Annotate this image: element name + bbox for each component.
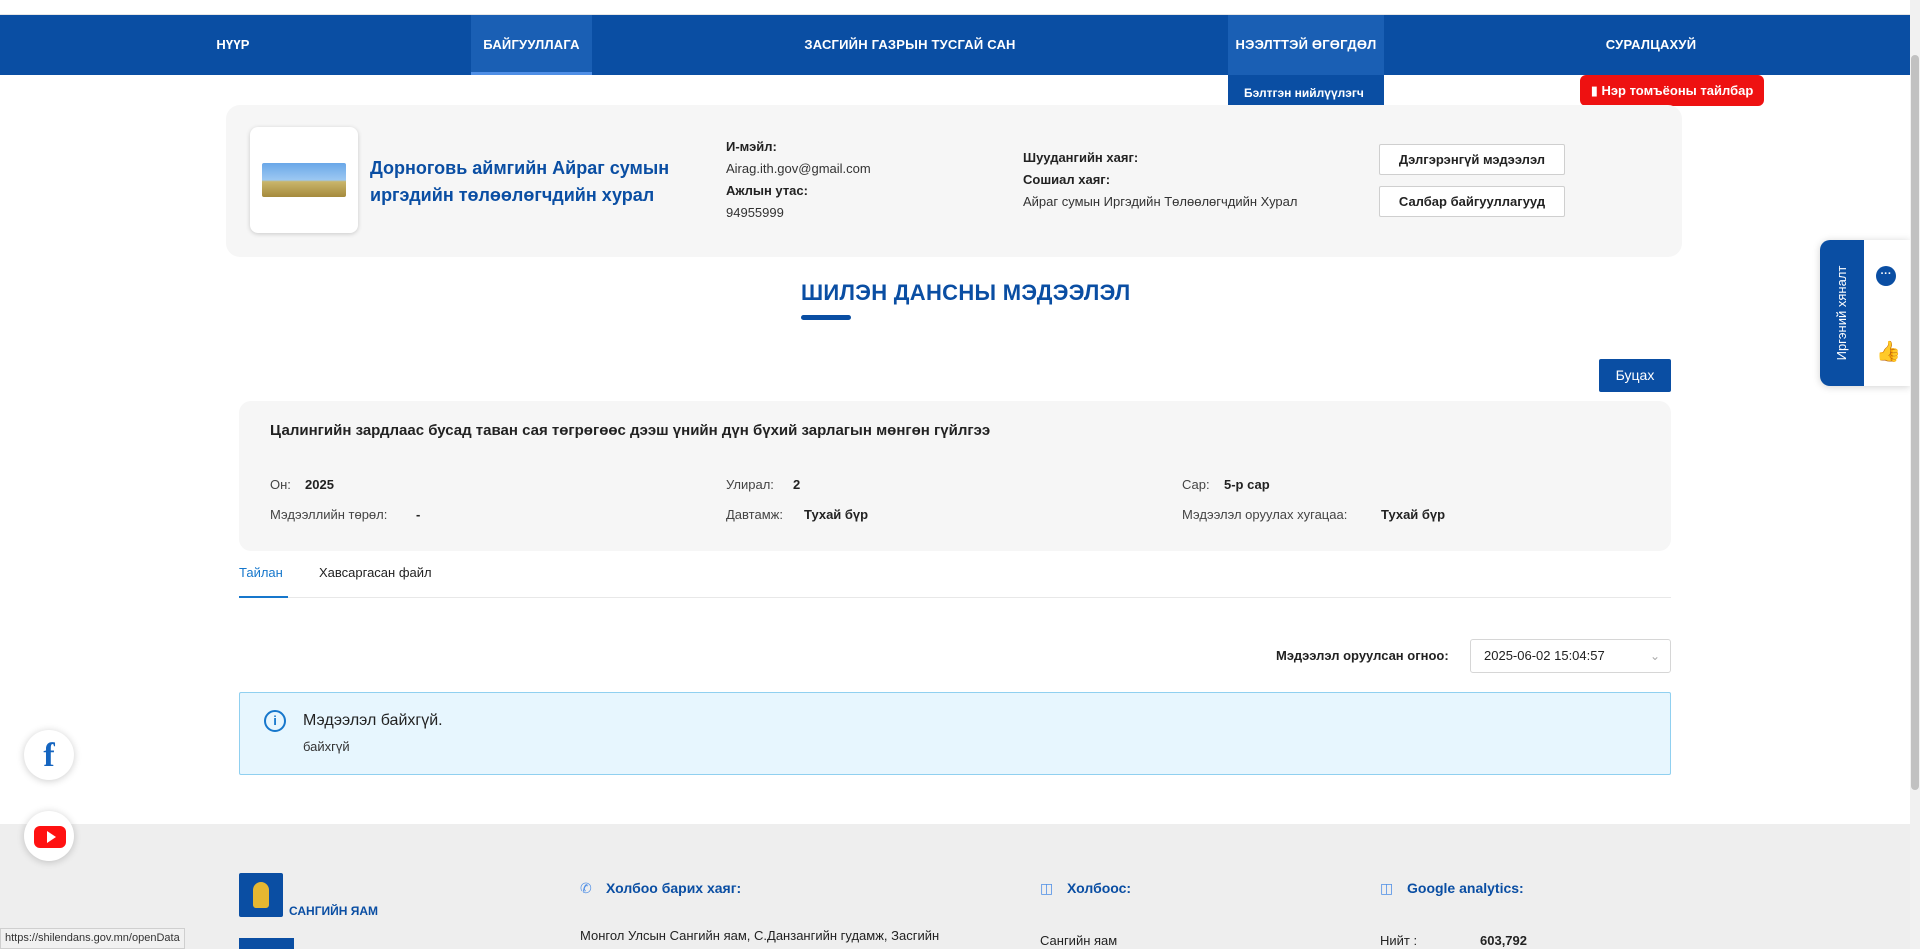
- upload-date-value: 2025-06-02 15:04:57: [1484, 648, 1605, 663]
- nav-item-gov-special-fund[interactable]: ЗАСГИЙН ГАЗРЫН ТУСГАЙ САН: [800, 15, 1020, 75]
- page-title: ШИЛЭН ДАНСНЫ МЭДЭЭЛЭЛ: [801, 280, 1131, 305]
- frequency-label: Давтамж:: [726, 507, 783, 522]
- deadline-label: Мэдээлэл оруулах хугацаа:: [1182, 507, 1348, 522]
- glossary-button-label: Нэр томъёоны тайлбар: [1601, 83, 1754, 98]
- nav-item-home[interactable]: НҮҮР: [196, 15, 270, 75]
- chevron-down-icon: ⌄: [1649, 649, 1660, 663]
- scrollbar-thumb[interactable]: [1911, 55, 1919, 790]
- month-label: Сар:: [1182, 477, 1210, 492]
- footer-link-ministry[interactable]: Сангийн яам: [1040, 933, 1117, 948]
- details-button[interactable]: Дэлгэрэнгүй мэдээлэл: [1379, 144, 1565, 175]
- org-card: Дорноговь аймгийн Айраг сумын иргэдийн т…: [226, 105, 1682, 257]
- citizen-control-tab[interactable]: Иргэний хяналт: [1820, 240, 1864, 386]
- frequency-value: Тухай бүр: [804, 507, 869, 522]
- footer-org-name[interactable]: САНГИЙН ЯАМ: [289, 904, 378, 918]
- chat-icon[interactable]: ···: [1876, 266, 1896, 286]
- phone-value: 94955999: [726, 205, 784, 220]
- footer-contact-text: Монгол Улсын Сангийн яам, С.Данзангийн г…: [580, 928, 940, 943]
- footer: [0, 824, 1910, 949]
- year-label: Он:: [270, 477, 291, 492]
- footer-analytics-label: Нийт :: [1380, 933, 1418, 948]
- nav-item-organizations[interactable]: БАЙГУУЛЛАГА: [471, 15, 592, 75]
- footer-analytics-value: 603,792: [1480, 933, 1527, 948]
- report-tabs: Тайлан Хавсаргасан файл: [239, 560, 1671, 598]
- tab-attached-file[interactable]: Хавсаргасан файл: [319, 560, 449, 598]
- browser-top-strip: [0, 0, 1920, 15]
- report-detail-card: Цалингийн зардлаас бусад таван сая төгрө…: [239, 401, 1671, 551]
- back-button[interactable]: Буцах: [1599, 359, 1671, 392]
- email-label: И-мэйл:: [726, 139, 777, 154]
- no-data-alert: i Мэдээлэл байхгүй. байхгүй: [239, 692, 1671, 775]
- footer-links-heading: Холбоос:: [1067, 880, 1132, 896]
- link-columns-icon: ◫: [1040, 880, 1054, 896]
- org-logo-image: [262, 163, 346, 197]
- phone-icon: ✆: [580, 880, 592, 896]
- bookmark-icon: ▮: [1590, 83, 1598, 98]
- upload-date-label: Мэдээлэл оруулсан огноо:: [1276, 648, 1449, 663]
- footer-analytics-heading: Google analytics:: [1407, 880, 1524, 896]
- month-value: 5-р сар: [1224, 477, 1270, 492]
- postal-address-label: Шуудангийн хаяг:: [1023, 150, 1139, 165]
- social-value: Айраг сумын Иргэдийн Төлөөлөгчдийн Хурал: [1023, 194, 1298, 209]
- quarter-value: 2: [793, 477, 801, 492]
- info-type-label: Мэдээллийн төрөл:: [270, 507, 388, 522]
- facebook-icon[interactable]: f: [24, 730, 74, 780]
- org-logo: [250, 127, 358, 233]
- thumbs-up-icon[interactable]: 👍: [1876, 339, 1901, 364]
- nav-item-open-data[interactable]: НЭЭЛТТЭЙ ӨГӨГДӨЛ: [1228, 15, 1384, 75]
- report-title: Цалингийн зардлаас бусад таван сая төгрө…: [270, 422, 991, 439]
- youtube-icon[interactable]: [24, 811, 74, 861]
- ministry-logo: [239, 873, 283, 917]
- phone-label: Ажлын утас:: [726, 183, 808, 198]
- info-type-value: -: [416, 507, 421, 522]
- org-name[interactable]: Дорноговь аймгийн Айраг сумын иргэдийн т…: [370, 155, 670, 209]
- year-value: 2025: [305, 477, 334, 492]
- alert-description: байхгүй: [303, 739, 350, 754]
- citizen-control-label: Иргэний хяналт: [1834, 265, 1849, 361]
- social-label: Сошиал хаяг:: [1023, 172, 1111, 187]
- deadline-value: Тухай бүр: [1381, 507, 1446, 522]
- nav-item-learning[interactable]: СУРАЛЦАХУЙ: [1590, 15, 1712, 75]
- glossary-button[interactable]: ▮ Нэр томъёоны тайлбар: [1580, 75, 1764, 106]
- title-underline: [801, 315, 851, 320]
- upload-date-select[interactable]: 2025-06-02 15:04:57 ⌄: [1470, 639, 1671, 673]
- quarter-label: Улирал:: [726, 477, 774, 492]
- footer-contact-heading: Холбоо барих хаяг:: [606, 880, 742, 896]
- status-bar-url: https://shilendans.gov.mn/openData: [0, 928, 185, 949]
- alert-title: Мэдээлэл байхгүй.: [303, 712, 443, 729]
- secondary-logo: [239, 938, 294, 949]
- branches-button[interactable]: Салбар байгууллагууд: [1379, 186, 1565, 217]
- email-value: Airag.ith.gov@gmail.com: [726, 161, 871, 176]
- tab-report[interactable]: Тайлан: [239, 560, 288, 598]
- analytics-icon: ◫: [1380, 880, 1394, 896]
- info-icon: i: [264, 710, 286, 732]
- main-navbar: НҮҮР БАЙГУУЛЛАГА ЗАСГИЙН ГАЗРЫН ТУСГАЙ С…: [0, 15, 1910, 75]
